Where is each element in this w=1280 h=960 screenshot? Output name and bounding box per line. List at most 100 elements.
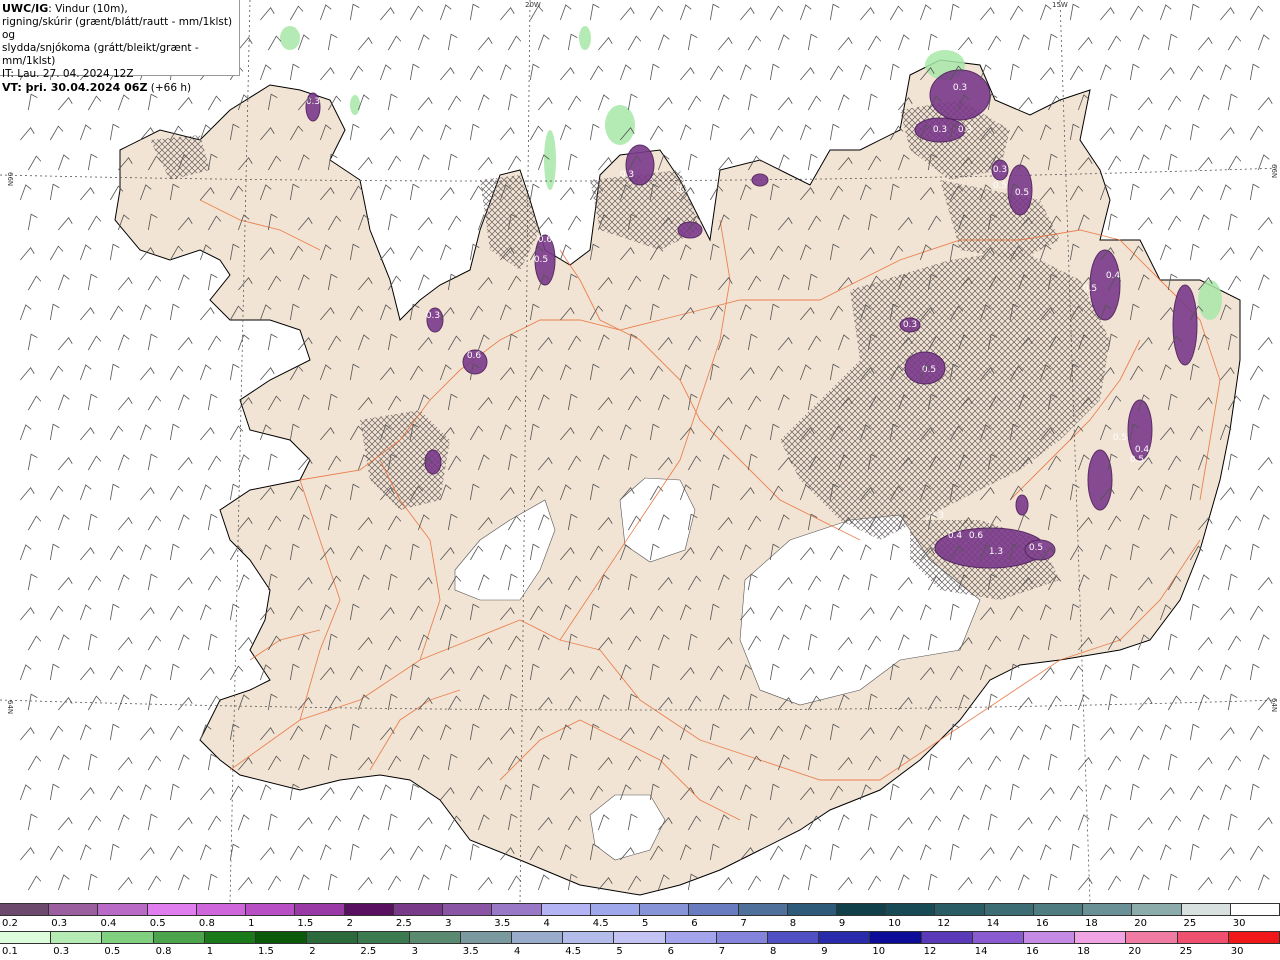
axis-label-left-64n: 64N — [6, 700, 14, 714]
snow-colorbar-cell — [393, 904, 444, 915]
snow-colorbar-label: 2.5 — [395, 918, 412, 929]
snow-colorbar-cell — [1230, 904, 1280, 915]
snow-colorbar-labels: 0.2 0.3 0.4 0.5 0.8 1 1.5 2 2.5 3 3.5 4 4.5 5 6 7 8 9 10 12… — [0, 918, 1280, 931]
snow-colorbar-label: 3.5 — [494, 918, 511, 929]
init-time: IT: Lau. 27. 04. 2024 12Z — [2, 68, 134, 80]
rain-colorbar-label: 8 — [770, 946, 777, 957]
valid-time: VT: þri. 30.04.2024 06Z — [2, 81, 148, 94]
axis-label-20w: 20W — [525, 1, 541, 9]
title-line-1: : Vindur (10m), — [48, 3, 128, 15]
contour-value-label: 0.3 — [930, 511, 944, 521]
snow-colorbar-label: 2 — [346, 918, 353, 929]
rain-colorbar-cell — [307, 932, 359, 943]
title-line-2: rigning/skúrir (grænt/blátt/rautt - mm/1… — [2, 16, 233, 41]
snow-colorbar-cells — [0, 903, 1280, 916]
contour-value-label: 0.3 — [958, 125, 972, 135]
snow-colorbar-cell — [689, 904, 739, 915]
contour-value-label: 0.6 — [467, 351, 482, 361]
rain-colorbar-label: 0.3 — [53, 946, 70, 957]
rain-colorbar-cell — [819, 932, 871, 943]
snow-colorbar-label: 8 — [789, 918, 797, 929]
snow-colorbar-label: 30 — [1232, 918, 1246, 929]
rain-colorbar-cell — [1024, 932, 1076, 943]
snow-colorbar-label: 14 — [986, 918, 1000, 929]
rain-colorbar-label: 2 — [309, 946, 316, 957]
rain-colorbar-label: 10 — [872, 946, 886, 957]
rain-colorbar-cell — [153, 932, 205, 943]
snow-colorbar-cell — [344, 904, 394, 915]
snow-colorbar-cell — [98, 904, 148, 915]
snow-colorbar-cell — [1033, 904, 1084, 915]
snow-colorbar-cell — [836, 904, 887, 915]
snow-colorbar-label: 9 — [838, 918, 846, 929]
snow-colorbar-cell — [984, 904, 1034, 915]
snow-colorbar-cell — [640, 904, 690, 915]
rain-colorbar-cell — [768, 932, 820, 943]
contour-value-label: 0.5 — [1029, 543, 1043, 553]
rain-colorbar-label: 14 — [974, 946, 988, 957]
forecast-offset: (+66 h) — [150, 82, 192, 94]
rain-colorbar-cell — [358, 932, 410, 943]
snow-colorbar-cell — [886, 904, 936, 915]
rain-colorbar-label: 5 — [616, 946, 623, 957]
snow-colorbar-cell — [1132, 904, 1182, 915]
rain-colorbar-label: 4 — [514, 946, 521, 957]
rain-colorbar-cell — [512, 932, 564, 943]
contour-value-label: 0.3 — [903, 320, 917, 330]
rain-colorbar-cell — [972, 932, 1025, 943]
contour-value-label: 0.5 — [993, 181, 1007, 191]
contour-value-label: 0.6 — [969, 531, 984, 541]
contour-value-label: 0.4 — [948, 531, 963, 541]
snow-colorbar-cell — [295, 904, 345, 915]
rain-colorbar-label: 1.5 — [258, 946, 274, 957]
snow-colorbar-label: 7 — [740, 918, 747, 929]
snow-colorbar-cell — [147, 904, 197, 915]
axis-label-15w: 15W — [1052, 1, 1068, 9]
snow-colorbar-label: 20 — [1134, 918, 1148, 929]
rain-colorbar-label: 12 — [923, 946, 937, 957]
snow-colorbar-cell — [541, 904, 591, 915]
contour-value-label: 0.4 — [1135, 445, 1150, 455]
model-name: UWC/IG — [2, 2, 49, 15]
snow-colorbar-label: 16 — [1035, 918, 1049, 929]
snow-colorbar-label: 12 — [937, 918, 951, 929]
snow-colorbar-cell — [443, 904, 493, 915]
snow-colorbar-label: 3 — [445, 918, 452, 929]
contour-value-label: 0.5 — [534, 255, 548, 265]
rain-colorbar-label: 20 — [1128, 946, 1142, 957]
rain-colorbar-cell — [614, 932, 666, 943]
rain-colorbar-label: 4.5 — [565, 946, 582, 957]
snow-colorbar-cell — [492, 904, 542, 915]
snow-colorbar-cell — [49, 904, 99, 915]
rain-colorbar-cell — [563, 932, 615, 943]
rain-colorbar-labels: 0.1 0.3 0.5 0.8 1 1.5 2 2.5 3 3.5 4 4.5 5 6 7 8 9 10 12 14 1… — [0, 946, 1280, 959]
snow-colorbar-cell — [0, 904, 50, 915]
rain-colorbar-cell — [870, 932, 922, 943]
rain-colorbar-cell — [1228, 932, 1280, 943]
contour-value-label: 1.3 — [989, 547, 1003, 557]
snow-colorbar-label: 4.5 — [592, 918, 609, 929]
contour-value-label: 0.6 — [538, 235, 553, 245]
rain-colorbar-cell — [0, 932, 52, 943]
snow-colorbar-cell — [196, 904, 247, 915]
snow-colorbar-label: 10 — [888, 918, 901, 929]
rain-colorbar-label: 3 — [411, 946, 418, 957]
contour-value-label: 0.3 — [953, 83, 967, 93]
rain-colorbar-cell — [51, 932, 103, 943]
contour-value-label: 0.3 — [676, 185, 690, 195]
rain-colorbar-label: 18 — [1077, 946, 1090, 957]
contour-value-label: 0.3 — [426, 311, 440, 321]
snow-colorbar-cell — [590, 904, 641, 915]
map-info-box: UWC/IG: Vindur (10m), rigning/skúrir (gr… — [0, 0, 240, 94]
rain-colorbar-cell — [256, 932, 308, 943]
snow-colorbar-label: 0.3 — [51, 918, 68, 929]
contour-value-label: 0.5 — [1130, 455, 1144, 465]
snow-colorbar-cell — [1083, 904, 1133, 915]
snow-colorbar-cell — [787, 904, 837, 915]
rain-colorbar-label: 0.5 — [104, 946, 121, 957]
rain-colorbar-label: 1 — [206, 946, 214, 957]
rain-colorbar-label: 16 — [1026, 946, 1039, 957]
rain-colorbar-label: 6 — [667, 946, 674, 957]
weather-map: 0.3 0.3 0.3 0.3 0.5 0.3 0.5 0.3 0.3 0.5 0.6 0.3 0.6 0… — [0, 0, 1280, 903]
contour-value-label: 0.3 — [993, 165, 1007, 175]
